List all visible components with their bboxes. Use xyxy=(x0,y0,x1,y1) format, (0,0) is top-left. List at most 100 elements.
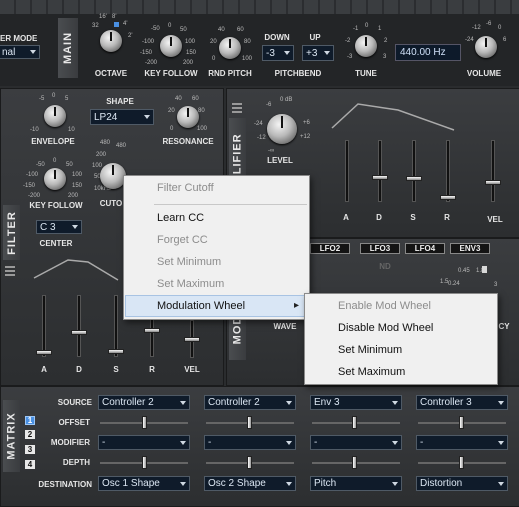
resonance-tick: 20 xyxy=(168,108,175,114)
amp-decay-label: D xyxy=(376,213,382,222)
wave-label: WAVE xyxy=(273,322,297,331)
tab-lfo2[interactable]: LFO2 xyxy=(310,243,350,254)
menu-item-forget-cc[interactable]: Forget CC xyxy=(124,229,309,251)
matrix-slot3-offset-handle[interactable] xyxy=(352,416,357,429)
matrix-slot1-depth-handle[interactable] xyxy=(142,456,147,469)
chevron-down-icon xyxy=(72,225,78,229)
menu-grip-icon[interactable] xyxy=(5,266,15,276)
level-tick: -24 xyxy=(254,121,263,127)
matrix-slot4-destination[interactable]: Distortion xyxy=(416,476,508,491)
octave-tick: 4' xyxy=(123,21,128,27)
matrix-slot2-modifier[interactable]: - xyxy=(204,435,296,450)
matrix-slot3-destination[interactable]: Pitch xyxy=(310,476,402,491)
filter-keyfollow-tick: 0 xyxy=(53,158,57,164)
chevron-down-icon xyxy=(144,115,150,119)
chevron-down-icon xyxy=(392,481,398,486)
pitchbend-down-spinner[interactable]: -3 xyxy=(262,45,294,61)
matrix-slot1-destination[interactable]: Osc 1 Shape xyxy=(98,476,190,491)
submenu-item-disable-mod-wheel[interactable]: Disable Mod Wheel xyxy=(305,317,497,339)
pitchbend-down-value: -3 xyxy=(266,47,275,59)
filter-keyfollow-tick: 150 xyxy=(72,183,83,189)
matrix-slot2-offset-handle[interactable] xyxy=(247,416,252,429)
lfo-tick: 0.24 xyxy=(448,281,460,287)
filter-decay-handle[interactable] xyxy=(71,330,87,335)
modulation-wheel-submenu: Enable Mod Wheel Disable Mod Wheel Set M… xyxy=(304,293,498,385)
matrix-slot4-offset-handle[interactable] xyxy=(459,416,464,429)
context-menu-title: Filter Cutoff xyxy=(157,182,214,194)
context-menu: Filter Cutoff Learn CC Forget CC Set Min… xyxy=(123,175,310,320)
key-follow-knob[interactable] xyxy=(160,35,182,57)
volume-knob[interactable] xyxy=(475,36,497,58)
tune-knob[interactable] xyxy=(355,35,377,57)
resonance-tick: 100 xyxy=(197,126,208,132)
menu-item-set-maximum[interactable]: Set Maximum xyxy=(124,273,309,295)
matrix-slot3-modifier[interactable]: - xyxy=(310,435,402,450)
menu-item-learn-cc[interactable]: Learn CC xyxy=(124,207,309,229)
menu-item-modulation-wheel[interactable]: Modulation Wheel xyxy=(124,295,309,317)
pitchbend-up-label: UP xyxy=(309,33,321,42)
level-knob[interactable] xyxy=(267,114,297,144)
envelope-knob[interactable] xyxy=(44,105,66,127)
matrix-slot1-source[interactable]: Controller 2 xyxy=(98,395,190,410)
submenu-item-set-maximum[interactable]: Set Maximum xyxy=(305,361,497,383)
center-note-spinner[interactable]: C 3 xyxy=(36,220,82,234)
menu-grip-icon[interactable] xyxy=(232,103,242,113)
matrix-slot2-destination[interactable]: Osc 2 Shape xyxy=(204,476,296,491)
filter-keyfollow-tick: -100 xyxy=(26,172,39,178)
filter-keyfollow-tick: 200 xyxy=(68,193,79,199)
amp-velocity-track[interactable] xyxy=(491,140,495,202)
matrix-slot1-offset-handle[interactable] xyxy=(142,416,147,429)
amp-release-handle[interactable] xyxy=(440,195,456,200)
tune-tick: 0 xyxy=(365,23,369,29)
matrix-slot3-source[interactable]: Env 3 xyxy=(310,395,402,410)
tab-main[interactable]: MAIN xyxy=(58,18,78,78)
filter-velocity-handle[interactable] xyxy=(184,337,200,342)
filter-key-follow-knob[interactable] xyxy=(44,168,66,190)
amp-decay-handle[interactable] xyxy=(372,175,388,180)
resonance-knob[interactable] xyxy=(177,106,199,128)
filter-mode-label: ER MODE xyxy=(0,34,38,43)
tab-matrix-label: MATRIX xyxy=(5,412,18,460)
keyfollow-tick: -50 xyxy=(151,26,160,32)
filter-sustain-track[interactable] xyxy=(114,295,118,357)
amp-sustain-track[interactable] xyxy=(412,140,416,202)
matrix-slot2-source[interactable]: Controller 2 xyxy=(204,395,296,410)
filter-sustain-handle[interactable] xyxy=(108,349,124,354)
pitchbend-label: PITCHBEND xyxy=(274,69,322,78)
menu-item-set-minimum[interactable]: Set Minimum xyxy=(124,251,309,273)
amp-velocity-label: VEL xyxy=(487,215,503,224)
tab-lfo3[interactable]: LFO3 xyxy=(360,243,400,254)
amp-decay-track[interactable] xyxy=(378,140,382,202)
matrix-slot4-depth-handle[interactable] xyxy=(459,456,464,469)
submenu-item-set-minimum[interactable]: Set Minimum xyxy=(305,339,497,361)
filter-attack-handle[interactable] xyxy=(36,350,52,355)
filter-mode-dropdown[interactable]: nal xyxy=(0,45,40,59)
filter-decay-track[interactable] xyxy=(77,295,81,357)
tune-frequency-display[interactable]: 440.00 Hz xyxy=(395,44,461,61)
matrix-slot4-source[interactable]: Controller 3 xyxy=(416,395,508,410)
submenu-item-enable-mod-wheel[interactable]: Enable Mod Wheel xyxy=(305,295,497,317)
tune-tick: 2 xyxy=(384,38,388,44)
tab-filter[interactable]: FILTER xyxy=(3,205,20,260)
filter-key-follow-label: KEY FOLLOW xyxy=(29,201,83,210)
rnd-pitch-knob[interactable] xyxy=(219,37,241,59)
amp-sustain-handle[interactable] xyxy=(406,176,422,181)
tab-matrix[interactable]: MATRIX xyxy=(3,400,20,472)
filter-release-handle[interactable] xyxy=(144,328,160,333)
octave-knob[interactable] xyxy=(100,30,122,52)
matrix-slot4-modifier[interactable]: - xyxy=(416,435,508,450)
amp-attack-track[interactable] xyxy=(345,140,349,202)
level-tick: 0 dB xyxy=(280,97,293,103)
pitchbend-up-spinner[interactable]: +3 xyxy=(302,45,334,61)
tab-lfo4[interactable]: LFO4 xyxy=(405,243,445,254)
tab-env3[interactable]: ENV3 xyxy=(450,243,490,254)
shape-dropdown[interactable]: LP24 xyxy=(90,109,154,125)
matrix-slot2-depth-handle[interactable] xyxy=(247,456,252,469)
matrix-slot4-destination-value: Distortion xyxy=(420,478,463,489)
filter-attack-track[interactable] xyxy=(42,295,46,357)
matrix-slot1-modifier[interactable]: - xyxy=(98,435,190,450)
amp-velocity-handle[interactable] xyxy=(485,180,501,185)
chevron-down-icon xyxy=(498,481,504,486)
amp-release-track[interactable] xyxy=(446,140,450,202)
matrix-slot3-depth-handle[interactable] xyxy=(352,456,357,469)
